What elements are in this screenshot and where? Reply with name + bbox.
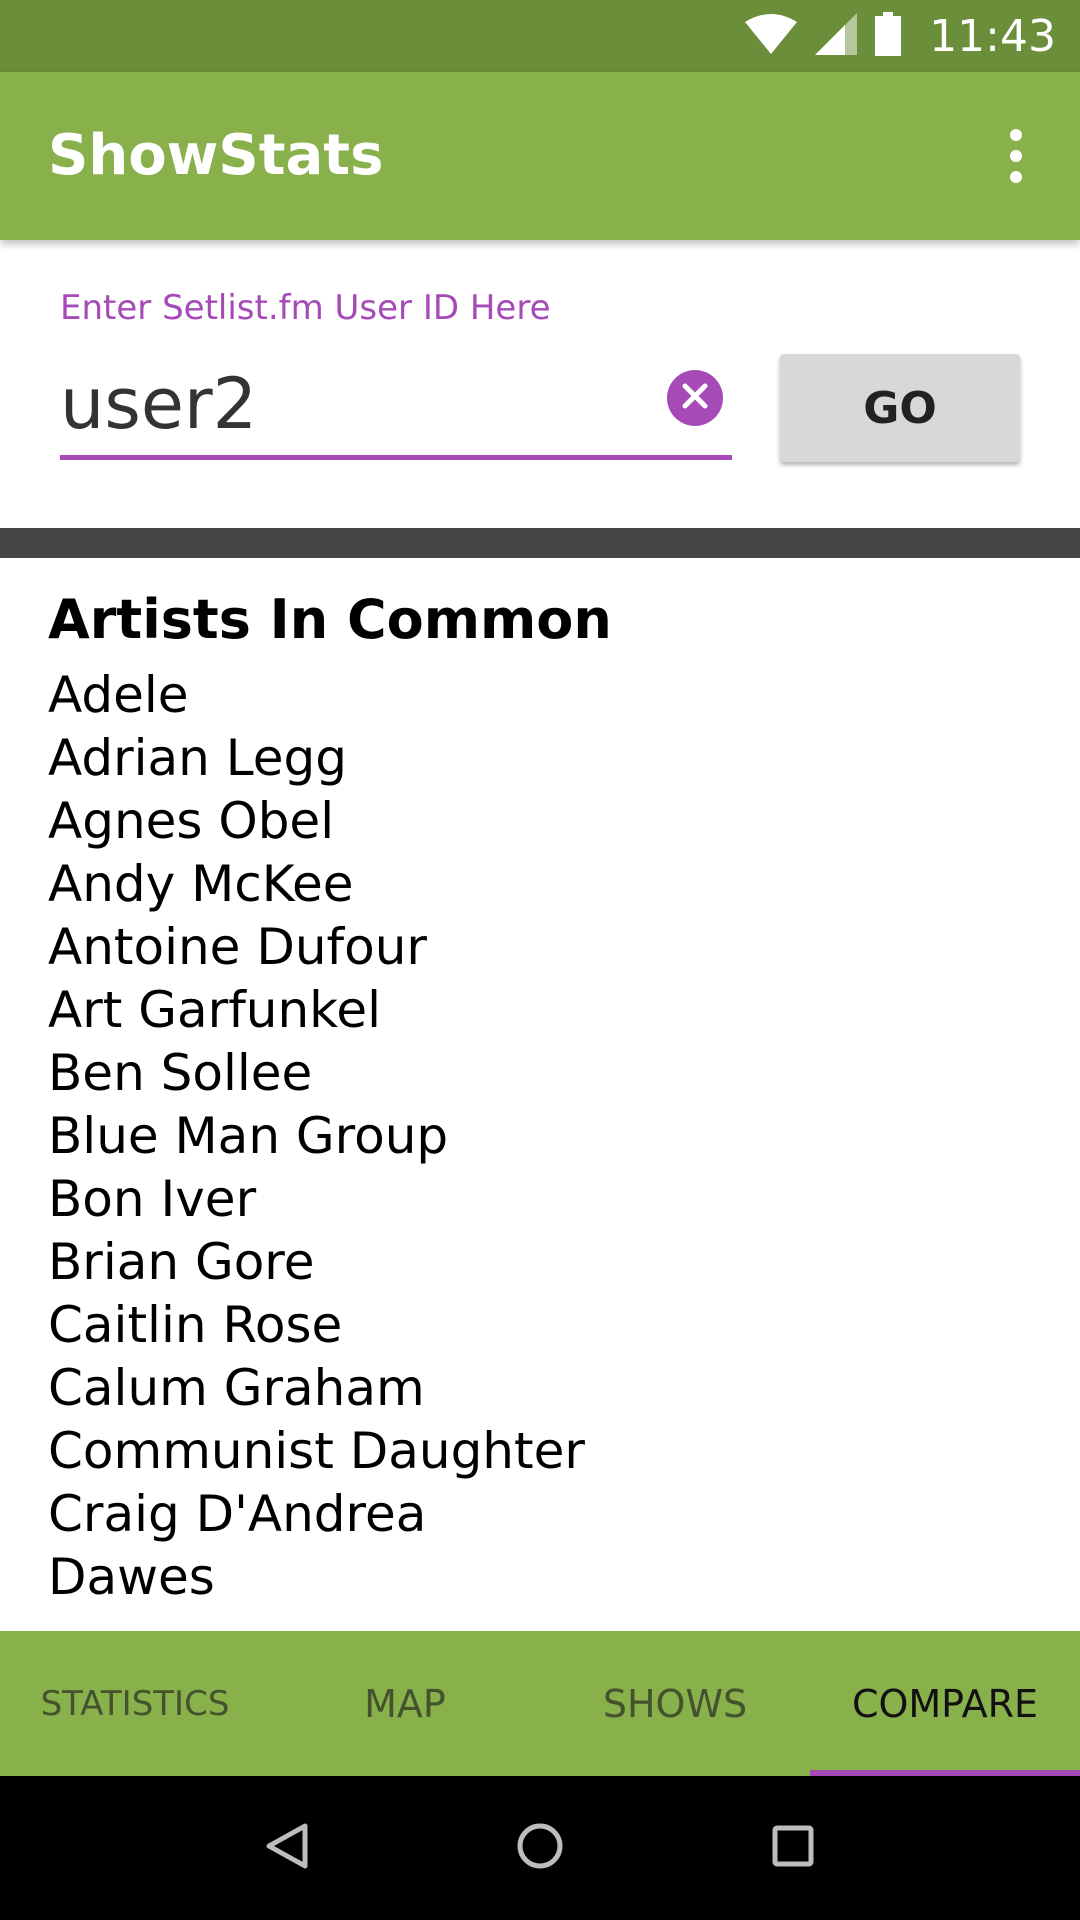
list-item: Bon Iver <box>48 1170 257 1228</box>
list-item: Communist Daughter <box>48 1422 585 1480</box>
app-bar: ShowStats <box>0 72 1080 240</box>
signal-icon <box>815 13 858 59</box>
section-divider <box>0 528 1080 558</box>
back-button[interactable] <box>247 1808 327 1888</box>
tab-label: STATISTICS <box>40 1683 230 1724</box>
back-icon <box>265 1822 309 1874</box>
list-item: Agnes Obel <box>48 792 335 850</box>
list-item: Art Garfunkel <box>48 981 382 1039</box>
status-icons: 11:43 <box>745 11 1080 62</box>
clear-input-button[interactable] <box>667 370 723 426</box>
recents-icon <box>772 1825 814 1871</box>
home-icon <box>516 1822 564 1874</box>
list-item: Ben Sollee <box>48 1044 313 1102</box>
input-underline <box>60 455 732 460</box>
list-item: Brian Gore <box>48 1233 315 1291</box>
more-vert-icon <box>1010 129 1022 183</box>
battery-icon <box>875 12 902 60</box>
tab-label: COMPARE <box>851 1681 1039 1726</box>
navigation-bar <box>0 1776 1080 1920</box>
user-id-input[interactable] <box>60 358 670 450</box>
list-item: Dawes <box>48 1548 215 1606</box>
clear-icon <box>681 382 709 414</box>
tab-statistics[interactable]: STATISTICS <box>0 1631 270 1776</box>
home-button[interactable] <box>500 1808 580 1888</box>
list-item: Adele <box>48 666 189 724</box>
recents-button[interactable] <box>753 1808 833 1888</box>
list-item: Andy McKee <box>48 855 354 913</box>
list-item: Craig D'Andrea <box>48 1485 427 1543</box>
go-button[interactable]: GO <box>780 354 1020 462</box>
wifi-icon <box>745 14 798 58</box>
list-item: Blue Man Group <box>48 1107 449 1165</box>
tab-map[interactable]: MAP <box>270 1631 540 1776</box>
tab-label: MAP <box>364 1681 446 1726</box>
user-id-label: Enter Setlist.fm User ID Here <box>60 288 551 328</box>
status-time: 11:43 <box>929 10 1056 62</box>
list-item: Caitlin Rose <box>48 1296 343 1354</box>
compare-content[interactable]: Artists In Common Adele Adrian Legg Agne… <box>0 558 1080 1631</box>
more-options-button[interactable] <box>976 116 1056 196</box>
status-bar: 11:43 <box>0 0 1080 72</box>
artist-list: Adele Adrian Legg Agnes Obel Andy McKee … <box>48 664 585 1609</box>
list-item: Adrian Legg <box>48 729 347 787</box>
tab-label: SHOWS <box>602 1681 748 1726</box>
tab-compare[interactable]: COMPARE <box>810 1631 1080 1776</box>
tab-shows[interactable]: SHOWS <box>540 1631 810 1776</box>
section-title: Artists In Common <box>48 588 612 651</box>
list-item: Calum Graham <box>48 1359 425 1417</box>
list-item: Antoine Dufour <box>48 918 427 976</box>
app-title: ShowStats <box>48 123 384 188</box>
tab-bar: STATISTICS MAP SHOWS COMPARE <box>0 1631 1080 1776</box>
